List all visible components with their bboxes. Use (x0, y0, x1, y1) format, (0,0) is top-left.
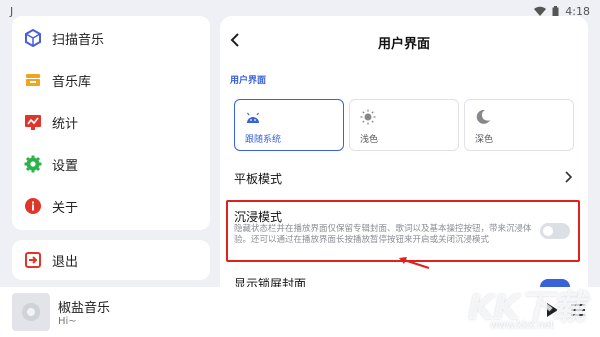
disc-icon (22, 303, 40, 321)
sidebar-item-exit[interactable]: 退出 (24, 249, 78, 271)
album-cover[interactable] (12, 293, 50, 331)
sidebar-nav: 扫描音乐 音乐库 统计 设置 关于 (12, 16, 210, 230)
moon-icon (475, 109, 491, 129)
sidebar-exit-card: 退出 (12, 240, 210, 280)
settings-panel: 用户界面 用户界面 跟随系统 浅色 深色 平板模式 沉浸模式 隐藏状态栏并在播放… (220, 16, 588, 287)
cube-icon (24, 29, 42, 47)
theme-option-light[interactable]: 浅色 (349, 99, 459, 151)
red-arrow-icon (395, 255, 431, 275)
player-subtitle: Hi~ (58, 316, 77, 327)
sun-icon (360, 109, 376, 129)
sidebar-item-about[interactable]: 关于 (24, 195, 78, 217)
tablet-mode-label: 平板模式 (234, 172, 283, 186)
theme-option-system[interactable]: 跟随系统 (234, 99, 344, 151)
sidebar-item-label: 扫描音乐 (52, 32, 105, 48)
theme-option-dark[interactable]: 深色 (464, 99, 574, 151)
sidebar-item-stats[interactable]: 统计 (24, 111, 78, 133)
theme-option-label: 浅色 (360, 135, 379, 145)
sidebar-item-label: 统计 (52, 116, 79, 132)
sidebar-item-label: 退出 (52, 254, 79, 270)
info-icon (24, 197, 42, 215)
theme-option-label: 跟随系统 (245, 135, 282, 145)
sidebar-item-label: 设置 (52, 158, 79, 174)
toggle-knob (543, 226, 553, 236)
page-title: 用户界面 (377, 37, 430, 52)
immersive-mode-toggle[interactable] (540, 223, 570, 239)
sidebar-item-label: 关于 (52, 200, 79, 216)
exit-icon (24, 251, 42, 269)
sidebar-item-scan-music[interactable]: 扫描音乐 (24, 27, 104, 49)
player-title: 椒盐音乐 (58, 301, 111, 316)
wifi-icon (534, 6, 547, 16)
stats-icon (24, 113, 42, 131)
library-icon (24, 71, 42, 89)
watermark-url: www.kkx.net (490, 320, 554, 331)
immersive-mode-title: 沉浸模式 (234, 210, 283, 224)
sidebar-item-label: 音乐库 (52, 74, 92, 90)
tablet-mode-row[interactable]: 平板模式 (220, 156, 588, 196)
theme-option-label: 深色 (475, 135, 494, 145)
chevron-right-icon (562, 169, 574, 188)
android-icon (245, 109, 261, 128)
battery-icon (552, 5, 559, 17)
gear-icon (24, 155, 42, 173)
immersive-mode-description: 隐藏状态栏并在播放界面仅保留专辑封面、歌词以及基本操控按钮，带来沉浸体验。还可以… (234, 224, 532, 245)
sidebar-item-library[interactable]: 音乐库 (24, 69, 91, 91)
section-label: 用户界面 (230, 76, 267, 86)
lockscreen-cover-title: 显示锁屏封面 (234, 277, 307, 287)
sidebar-item-settings[interactable]: 设置 (24, 153, 78, 175)
